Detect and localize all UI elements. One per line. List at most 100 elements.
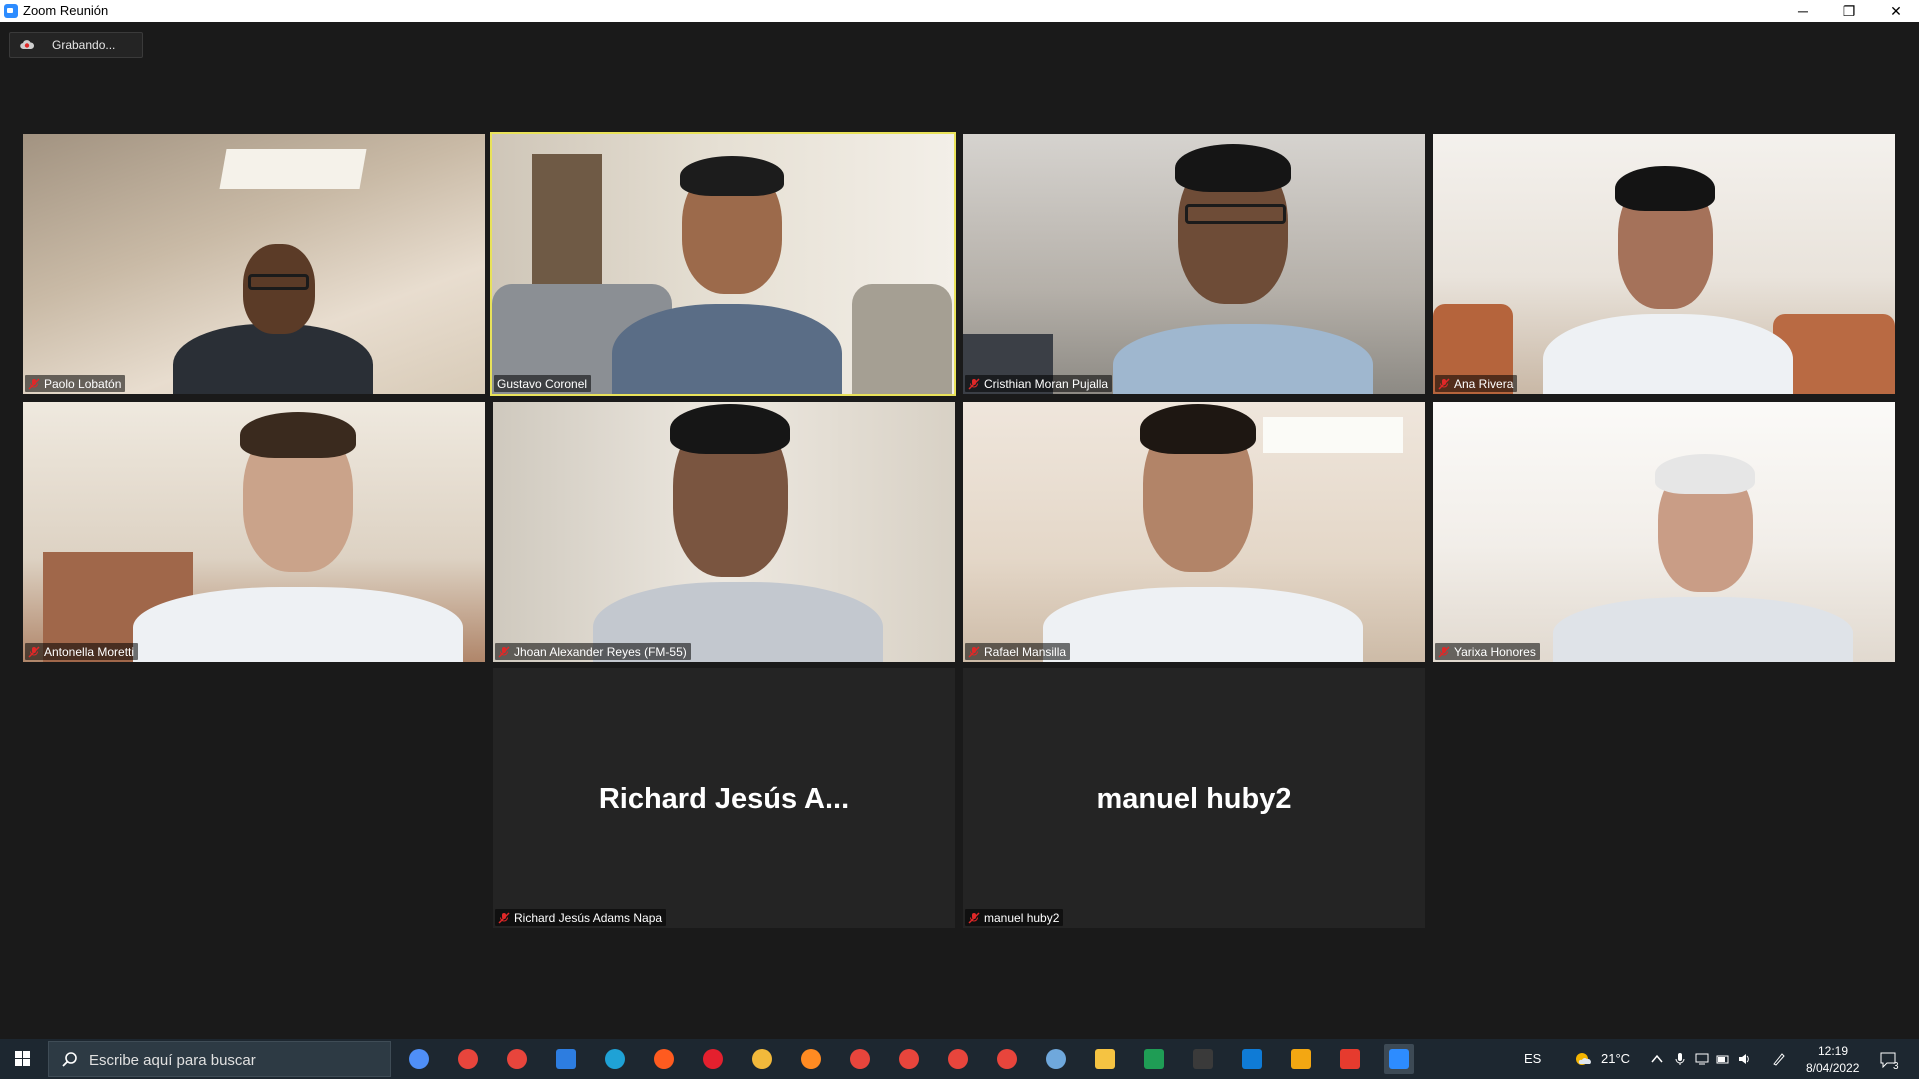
mic-muted-icon — [968, 377, 980, 390]
taskbar-file-explorer-icon[interactable] — [1090, 1044, 1120, 1074]
microphone-icon[interactable] — [1673, 1052, 1687, 1066]
windows-start-icon[interactable] — [8, 1049, 38, 1069]
participant-name: Paolo Lobatón — [44, 376, 122, 391]
taskbar-sublime-icon[interactable] — [1286, 1044, 1316, 1074]
participant-name: Jhoan Alexander Reyes (FM-55) — [514, 644, 687, 659]
participant-video — [963, 402, 1425, 662]
zoom-icon — [1389, 1049, 1409, 1069]
excel-icon — [1144, 1049, 1164, 1069]
participant-name-tag: Paolo Lobatón — [25, 375, 126, 392]
chrome-icon — [997, 1049, 1017, 1069]
taskbar-mail-icon[interactable] — [551, 1044, 581, 1074]
video-tile[interactable]: Paolo Lobatón — [23, 134, 485, 394]
participant-name-tag: Richard Jesús Adams Napa — [495, 909, 667, 926]
taskbar-vscode-icon[interactable] — [1237, 1044, 1267, 1074]
participant-name: Gustavo Coronel — [497, 376, 588, 391]
taskbar-search-box[interactable]: Escribe aquí para buscar — [48, 1041, 391, 1077]
language-indicator[interactable]: ES — [1524, 1051, 1541, 1066]
file-explorer-icon — [1095, 1049, 1115, 1069]
video-tile[interactable]: Ana Rivera — [1433, 134, 1895, 394]
network-icon[interactable] — [1695, 1052, 1709, 1066]
taskbar-terminal-icon[interactable] — [1188, 1044, 1218, 1074]
taskbar-chrome-icon[interactable] — [992, 1044, 1022, 1074]
taskbar-excel-icon[interactable] — [1139, 1044, 1169, 1074]
taskbar-cortana-icon[interactable] — [404, 1044, 434, 1074]
terminal-icon — [1193, 1049, 1213, 1069]
edge-icon — [605, 1049, 625, 1069]
chrome-icon — [458, 1049, 478, 1069]
taskbar-chrome-icon[interactable] — [453, 1044, 483, 1074]
taskbar-opera-icon[interactable] — [698, 1044, 728, 1074]
participant-video — [23, 134, 485, 394]
participant-name: Antonella Moretti — [44, 644, 135, 659]
taskbar-chrome-icon[interactable] — [502, 1044, 532, 1074]
taskbar-chrome-icon[interactable] — [845, 1044, 875, 1074]
window-title: Zoom Reunión — [23, 3, 109, 18]
participant-name-tag: manuel huby2 — [965, 909, 1064, 926]
restore-button[interactable]: ❐ — [1826, 0, 1872, 22]
taskbar-paint-icon[interactable] — [1041, 1044, 1071, 1074]
participant-video — [1433, 134, 1895, 394]
video-tile[interactable]: Rafael Mansilla — [963, 402, 1425, 662]
sublime-icon — [1291, 1049, 1311, 1069]
mic-muted-icon — [28, 377, 40, 390]
mic-muted-icon — [28, 645, 40, 658]
recording-label: Grabando... — [52, 38, 116, 52]
participant-name: manuel huby2 — [984, 910, 1060, 925]
search-placeholder: Escribe aquí para buscar — [89, 1052, 256, 1069]
taskbar-zoom-icon[interactable] — [1384, 1044, 1414, 1074]
taskbar-chrome-icon[interactable] — [894, 1044, 924, 1074]
chrome-icon — [948, 1049, 968, 1069]
video-tile-active-speaker[interactable]: Gustavo Coronel — [490, 132, 956, 396]
participant-name: Cristhian Moran Pujalla — [984, 376, 1109, 391]
minimize-button[interactable]: ─ — [1780, 0, 1826, 22]
clock-date[interactable]: 8/04/2022 — [1806, 1061, 1859, 1075]
weather-temperature[interactable]: 21°C — [1601, 1051, 1630, 1066]
pen-workspace-icon[interactable] — [1772, 1052, 1786, 1066]
anydesk-icon — [1340, 1049, 1360, 1069]
brave-icon — [654, 1049, 674, 1069]
close-button[interactable]: ✕ — [1873, 0, 1919, 22]
video-tile[interactable]: Jhoan Alexander Reyes (FM-55) — [493, 402, 955, 662]
participant-name-tag: Gustavo Coronel — [494, 375, 592, 392]
taskbar-vpn-icon[interactable] — [747, 1044, 777, 1074]
taskbar-brave-icon[interactable] — [649, 1044, 679, 1074]
participant-name: Ana Rivera — [1454, 376, 1514, 391]
weather-sun-icon[interactable] — [1574, 1051, 1592, 1067]
taskbar-chrome-icon[interactable] — [943, 1044, 973, 1074]
participant-display-name: manuel huby2 — [1096, 783, 1292, 815]
notification-count: 3 — [1893, 1061, 1899, 1072]
mic-muted-icon — [498, 911, 510, 924]
taskbar-edge-icon[interactable] — [600, 1044, 630, 1074]
participant-name: Yarixa Honores — [1454, 644, 1536, 659]
video-off-tile[interactable]: manuel huby2 manuel huby2 — [963, 668, 1425, 928]
taskbar-firefox-icon[interactable] — [796, 1044, 826, 1074]
cloud-record-icon — [20, 40, 34, 50]
mic-muted-icon — [498, 645, 510, 658]
chevron-up-icon[interactable] — [1650, 1052, 1664, 1066]
participant-name-tag: Cristhian Moran Pujalla — [965, 375, 1113, 392]
firefox-icon — [801, 1049, 821, 1069]
window-titlebar: Zoom Reunión ─ ❐ ✕ — [0, 0, 1919, 22]
video-tile[interactable]: Antonella Moretti — [23, 402, 485, 662]
taskbar-anydesk-icon[interactable] — [1335, 1044, 1365, 1074]
recording-indicator[interactable]: Grabando... — [9, 32, 143, 58]
video-tile[interactable]: Yarixa Honores — [1433, 402, 1895, 662]
chrome-icon — [507, 1049, 527, 1069]
participant-name-tag: Ana Rivera — [1435, 375, 1518, 392]
clock-time[interactable]: 12:19 — [1818, 1044, 1848, 1058]
participant-name-tag: Yarixa Honores — [1435, 643, 1540, 660]
volume-icon[interactable] — [1737, 1052, 1751, 1066]
opera-icon — [703, 1049, 723, 1069]
participant-name-tag: Antonella Moretti — [25, 643, 139, 660]
search-icon — [62, 1052, 77, 1067]
participant-name-tag: Jhoan Alexander Reyes (FM-55) — [495, 643, 691, 660]
vscode-icon — [1242, 1049, 1262, 1069]
participant-name: Rafael Mansilla — [984, 644, 1067, 659]
participant-video — [963, 134, 1425, 394]
video-off-tile[interactable]: Richard Jesús A... Richard Jesús Adams N… — [493, 668, 955, 928]
video-tile[interactable]: Cristhian Moran Pujalla — [963, 134, 1425, 394]
chrome-icon — [850, 1049, 870, 1069]
battery-icon[interactable] — [1716, 1052, 1730, 1066]
cortana-icon — [409, 1049, 429, 1069]
